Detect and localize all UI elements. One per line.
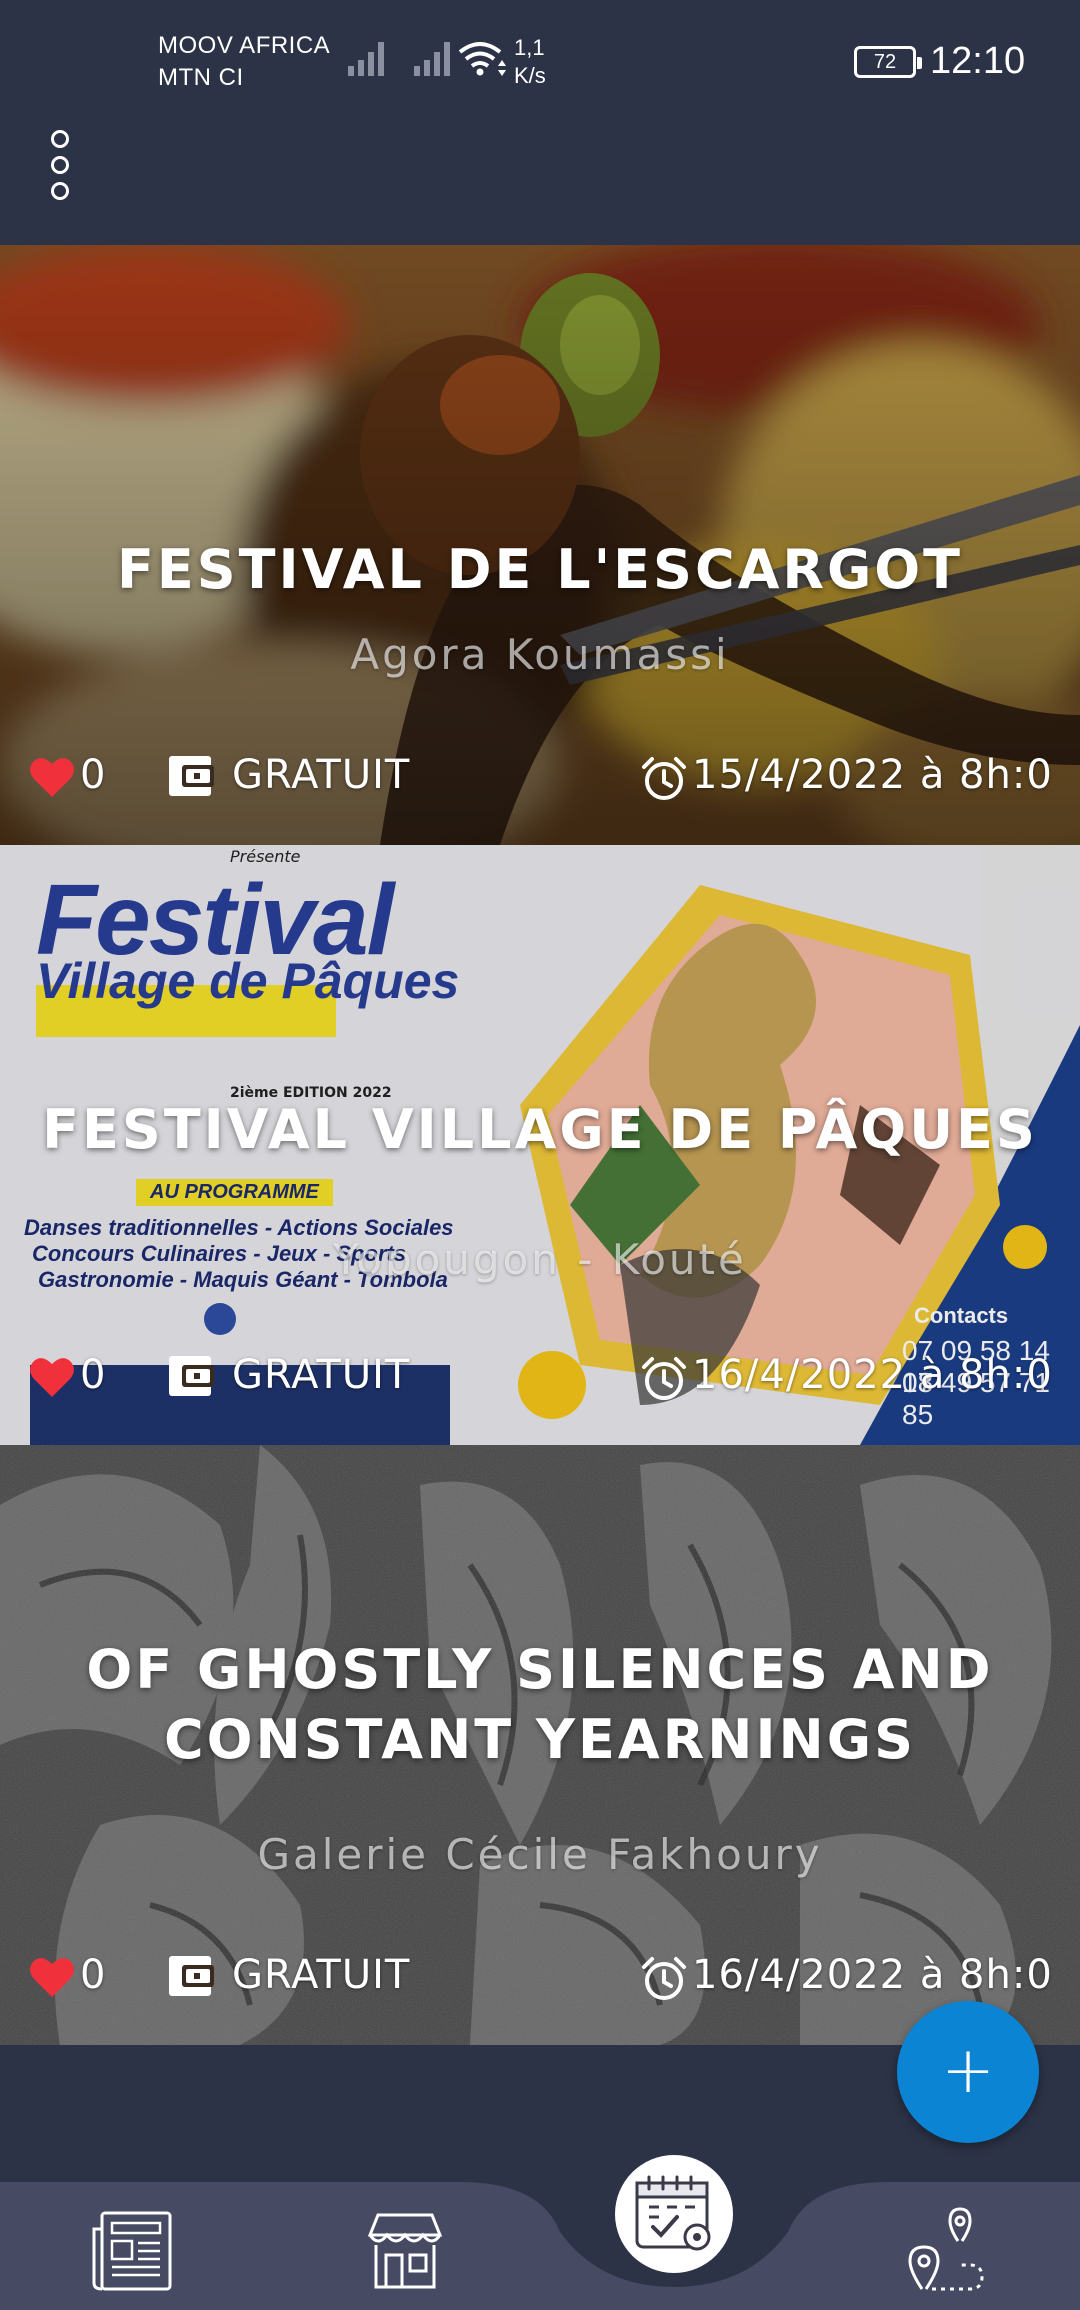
add-event-button[interactable]: + bbox=[897, 2001, 1039, 2143]
event-card[interactable]: FESTIVAL DE L'ESCARGOT Agora Koumassi 0 … bbox=[0, 245, 1080, 845]
date-label: 16/4/2022 à 8h:0 bbox=[692, 1352, 1053, 1398]
wallet-icon bbox=[169, 1356, 214, 1396]
likes-count: 0 bbox=[80, 752, 107, 798]
date-label: 16/4/2022 à 8h:0 bbox=[692, 1952, 1053, 1998]
nav-map-route-icon[interactable] bbox=[900, 2205, 990, 2295]
calendar-check-icon bbox=[635, 2175, 711, 2251]
nav-news-icon[interactable] bbox=[90, 2205, 180, 2295]
signal-icon bbox=[414, 42, 450, 76]
battery-level: 72 bbox=[873, 51, 897, 73]
event-venue: Agora Koumassi bbox=[350, 630, 730, 679]
price-label: GRATUIT bbox=[232, 1352, 411, 1398]
alarm-clock-icon bbox=[642, 1957, 686, 2000]
price-label: GRATUIT bbox=[232, 752, 411, 798]
carrier-names: MOOV AFRICA MTN CI bbox=[158, 30, 330, 94]
wallet-icon bbox=[169, 1956, 214, 1996]
speed-value: 1,1 bbox=[514, 35, 545, 60]
likes-count: 0 bbox=[80, 1352, 107, 1398]
likes-count: 0 bbox=[80, 1952, 107, 1998]
event-title: OF GHOSTLY SILENCES AND CONSTANT YEARNIN… bbox=[86, 1638, 994, 1771]
carrier-1: MOOV AFRICA bbox=[158, 32, 331, 59]
date-label: 15/4/2022 à 8h:0 bbox=[692, 752, 1053, 798]
network-speed: 1,1 K/s bbox=[514, 34, 546, 90]
nav-store-icon[interactable] bbox=[360, 2205, 450, 2295]
nav-events-button[interactable] bbox=[615, 2155, 733, 2273]
heart-icon bbox=[30, 1358, 74, 1397]
event-card[interactable]: OF GHOSTLY SILENCES AND CONSTANT YEARNIN… bbox=[0, 1445, 1080, 2045]
event-title: FESTIVAL DE L'ESCARGOT bbox=[116, 538, 964, 601]
event-venue: Galerie Cécile Fakhoury bbox=[257, 1830, 823, 1879]
wallet-icon bbox=[169, 756, 214, 796]
battery-icon: 72 bbox=[854, 46, 922, 78]
event-venue: Yopougon - Kouté bbox=[333, 1235, 747, 1284]
price-label: GRATUIT bbox=[232, 1952, 411, 1998]
heart-icon bbox=[30, 1958, 74, 1997]
alarm-clock-icon bbox=[642, 757, 686, 800]
status-bar: MOOV AFRICA MTN CI 1,1 K/s 72 12:10 bbox=[0, 0, 1080, 130]
alarm-clock-icon bbox=[642, 1357, 686, 1400]
status-time: 12:10 bbox=[930, 40, 1026, 82]
signal-icon bbox=[348, 42, 384, 76]
wifi-icon bbox=[458, 42, 506, 76]
heart-icon bbox=[30, 758, 74, 797]
plus-icon: + bbox=[941, 2034, 995, 2108]
speed-unit: K/s bbox=[514, 63, 546, 88]
carrier-2: MTN CI bbox=[158, 64, 244, 91]
event-title: FESTIVAL VILLAGE DE PÂQUES bbox=[42, 1098, 1038, 1161]
more-vertical-icon[interactable] bbox=[40, 122, 80, 202]
event-card[interactable]: Présente Festival Village de Pâques 2ièm… bbox=[0, 845, 1080, 1445]
